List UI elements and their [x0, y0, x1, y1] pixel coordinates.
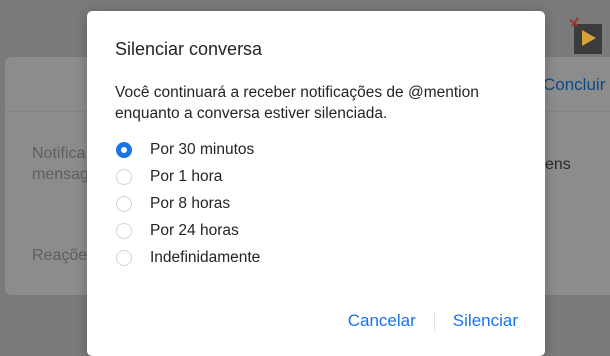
background-setting-value: ens — [545, 156, 571, 173]
background-setting-label: Notifica — [32, 145, 86, 162]
radio-selected-icon[interactable] — [116, 141, 132, 158]
radio-icon[interactable] — [116, 222, 132, 239]
avatar — [568, 14, 602, 54]
radio-icon[interactable] — [116, 195, 132, 212]
option-indefinitely[interactable]: Indefinidamente — [115, 244, 260, 271]
option-label: Por 30 minutos — [150, 140, 255, 158]
background-setting-label-line2: mensag — [32, 166, 89, 183]
option-label: Por 8 horas — [150, 194, 231, 212]
dialog-actions: Cancelar Silenciar — [348, 311, 518, 331]
background-done-link: Concluir — [543, 75, 606, 94]
button-divider — [433, 311, 435, 331]
option-30-minutes[interactable]: Por 30 minutos — [115, 136, 260, 163]
option-8-hours[interactable]: Por 8 horas — [115, 190, 260, 217]
radio-icon[interactable] — [116, 249, 132, 266]
option-label: Por 24 horas — [150, 221, 239, 239]
radio-icon[interactable] — [116, 168, 132, 185]
dialog-title: Silenciar conversa — [115, 39, 263, 59]
option-label: Por 1 hora — [150, 167, 223, 185]
dialog-description: Você continuará a receber notificações d… — [115, 84, 479, 122]
option-label: Indefinidamente — [150, 248, 261, 266]
option-24-hours[interactable]: Por 24 horas — [115, 217, 260, 244]
mute-conversation-dialog: Silenciar conversa Você continuará a rec… — [87, 11, 545, 356]
cancel-button[interactable]: Cancelar — [348, 311, 416, 331]
option-1-hour[interactable]: Por 1 hora — [115, 163, 260, 190]
mute-button[interactable]: Silenciar — [453, 311, 518, 331]
mute-duration-options: Por 30 minutos Por 1 hora Por 8 horas Po… — [115, 136, 260, 271]
background-reactions-label: Reaçõe — [32, 247, 88, 264]
